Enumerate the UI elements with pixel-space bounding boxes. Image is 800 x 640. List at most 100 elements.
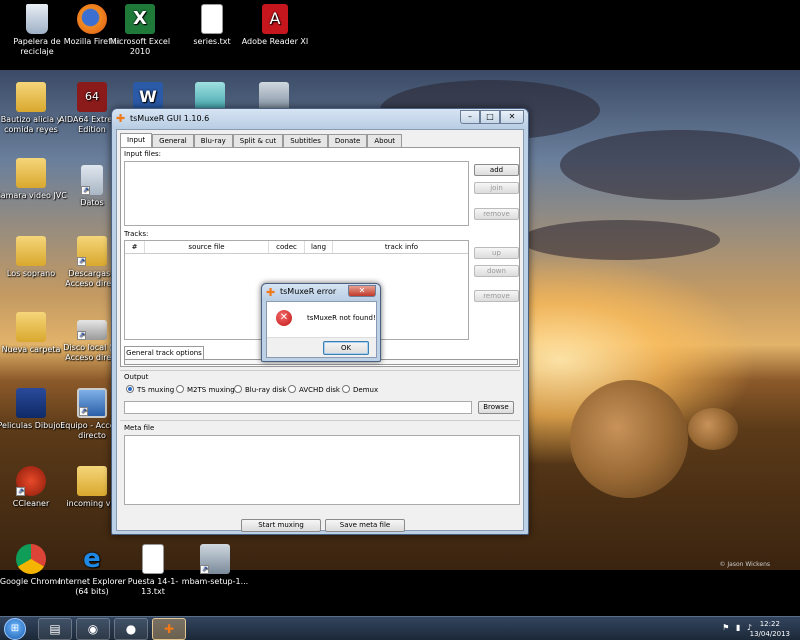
tsmuxer-app-icon: ✚ (116, 112, 126, 125)
desktop-icon-label: Papelera de reciclaje (13, 37, 61, 56)
clock-time: 12:22 (759, 620, 780, 628)
radio-ts-muxing[interactable]: TS muxing (126, 385, 174, 395)
flag-icon[interactable]: ⚑ (722, 623, 729, 632)
down-button[interactable]: down (474, 265, 519, 277)
close-icon: ✕ (358, 286, 366, 295)
error-dialog: ✚ tsMuxeR error ✕ ✕ tsMuxeR not found! O… (261, 283, 381, 362)
close-button[interactable]: ✕ (500, 110, 524, 124)
input-files-label: Input files: (124, 150, 162, 158)
dialog-client: ✕ tsMuxeR not found! OK (266, 301, 377, 358)
meta-file-text[interactable] (124, 435, 520, 505)
column-source-file[interactable]: source file (145, 241, 269, 253)
join-button[interactable]: join (474, 182, 519, 194)
desktop-icon-label: mbam-setup-1... (181, 577, 249, 586)
adobe-reader-icon: A (262, 4, 288, 34)
hay-bale (570, 380, 688, 498)
output-label: Output (124, 373, 149, 381)
desktop-icon-label: Datos (80, 198, 104, 207)
folder-icon (77, 466, 107, 496)
radio-label: TS muxing (137, 386, 175, 394)
desktop-icon-adobe-reader[interactable]: A Adobe Reader XI (238, 4, 312, 47)
tracks-header: # source file codec lang track info (125, 241, 468, 254)
meta-file-group: Meta file (120, 420, 520, 506)
dialog-close-button[interactable]: ✕ (348, 285, 376, 297)
tab-blu-ray[interactable]: Blu-ray (193, 134, 233, 147)
close-icon: ✕ (508, 112, 516, 121)
browse-button[interactable]: Browse (478, 401, 514, 414)
desktop-icon-label: Puesta 14-1-13.txt (127, 577, 179, 596)
radio-icon (176, 385, 184, 393)
tsmuxer-icon: ✚ (163, 622, 175, 636)
tab-subtitles[interactable]: Subtitles (283, 134, 328, 147)
text-file-icon (201, 4, 223, 34)
tab-donate[interactable]: Donate (327, 134, 368, 147)
clock-date: 13/04/2013 (749, 630, 790, 638)
maximize-button[interactable]: □ (480, 110, 500, 124)
dialog-titlebar[interactable]: ✚ tsMuxeR error ✕ (262, 284, 380, 301)
meta-file-label: Meta file (124, 424, 155, 432)
ok-button[interactable]: OK (323, 341, 369, 355)
tab-general[interactable]: General (152, 134, 194, 147)
folder-icon (16, 236, 46, 266)
column-lang[interactable]: lang (305, 241, 333, 253)
folder-icon (16, 82, 46, 112)
taskbar-explorer[interactable]: ▤ (38, 618, 72, 640)
radio-label: M2TS muxing (187, 386, 235, 394)
dialog-title: tsMuxeR error (280, 287, 337, 296)
network-icon[interactable]: ▮ (736, 623, 740, 632)
clock[interactable]: 12:22 13/04/2013 (750, 619, 790, 639)
shortcut-arrow-icon: ↗ (77, 257, 86, 266)
cloud (560, 130, 800, 200)
output-path-input[interactable] (124, 401, 472, 414)
tab-bar: Input General Blu-ray Split & cut Subtit… (120, 133, 403, 147)
desktop-icon-label: Nueva carpeta (1, 345, 61, 354)
radio-icon (342, 385, 350, 393)
hay-bale (688, 408, 738, 450)
column-track-info[interactable]: track info (333, 241, 470, 253)
internet-explorer-icon: e (83, 544, 101, 574)
cloud (520, 220, 720, 260)
tracks-label: Tracks: (124, 230, 149, 238)
radio-checked-icon (126, 385, 134, 393)
folder-icon: ▤ (49, 622, 61, 636)
tab-about[interactable]: About (367, 134, 403, 147)
radio-label: AVCHD disk (299, 386, 340, 394)
desktop-icon-excel[interactable]: X Microsoft Excel 2010 (103, 4, 177, 57)
start-button[interactable]: ⊞ (4, 618, 26, 640)
remove-track-button[interactable]: remove (474, 290, 519, 302)
folder-shortcut-icon: ↗ (81, 165, 103, 195)
minimize-icon: – (468, 112, 472, 121)
window-titlebar[interactable]: ✚ tsMuxeR GUI 1.10.6 – □ ✕ (112, 109, 528, 129)
up-button[interactable]: up (474, 247, 519, 259)
desktop-icon-mbam-setup[interactable]: ↗ mbam-setup-1... (178, 544, 252, 587)
radio-m2ts-muxing[interactable]: M2TS muxing (176, 385, 235, 395)
desktop-icon-label: Adobe Reader XI (241, 37, 309, 46)
radio-icon (234, 385, 242, 393)
radio-label: Blu-ray disk (245, 386, 287, 394)
tab-input[interactable]: Input (120, 133, 153, 147)
error-icon: ✕ (276, 310, 292, 326)
desktop-icon-label: CCleaner (12, 499, 50, 508)
taskbar-firefox[interactable]: ● (114, 618, 148, 640)
radio-demux[interactable]: Demux (342, 385, 378, 395)
input-files-list[interactable] (124, 161, 469, 226)
minimize-button[interactable]: – (460, 110, 480, 124)
desktop-icon-label: incoming vie (66, 499, 118, 508)
radio-blu-ray-disk[interactable]: Blu-ray disk (234, 385, 286, 395)
tsmuxer-app-icon: ✚ (266, 286, 276, 299)
column-number[interactable]: # (125, 241, 145, 253)
start-muxing-button[interactable]: Start muxing (241, 519, 321, 532)
save-meta-file-button[interactable]: Save meta file (325, 519, 405, 532)
column-codec[interactable]: codec (269, 241, 305, 253)
computer-icon: ↗ (77, 388, 107, 418)
tab-split-cut[interactable]: Split & cut (232, 134, 284, 147)
taskbar: ⊞ ▤ ◉ ● ✚ ⚑ ▮ ♪ 12:22 13/04/2013 (0, 616, 800, 640)
remove-file-button[interactable]: remove (474, 208, 519, 220)
taskbar-chrome[interactable]: ◉ (76, 618, 110, 640)
add-button[interactable]: add (474, 164, 519, 176)
maximize-icon: □ (486, 112, 494, 121)
tab-general-track-options[interactable]: General track options (124, 346, 204, 360)
recycle-bin-icon (26, 4, 48, 34)
taskbar-tsmuxer[interactable]: ✚ (152, 618, 186, 640)
radio-avchd-disk[interactable]: AVCHD disk (288, 385, 340, 395)
